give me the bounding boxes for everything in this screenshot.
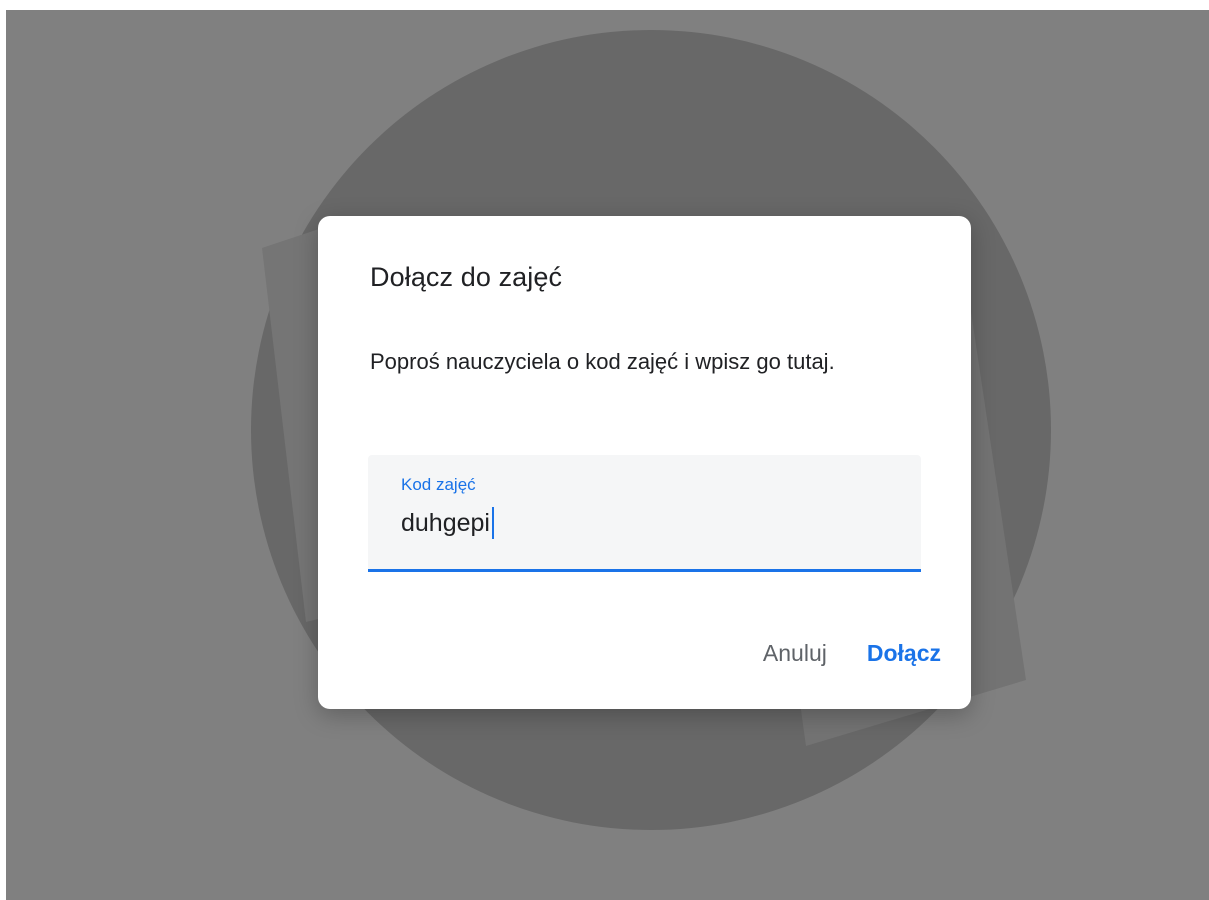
cancel-button[interactable]: Anuluj	[763, 640, 827, 667]
class-code-value: duhgepi	[401, 508, 490, 537]
page-backdrop: Dołącz do zajęć Poproś nauczyciela o kod…	[6, 10, 1209, 900]
class-code-label: Kod zajęć	[401, 475, 476, 494]
join-class-dialog: Dołącz do zajęć Poproś nauczyciela o kod…	[318, 216, 971, 709]
class-code-field[interactable]: Kod zajęć duhgepi	[368, 455, 921, 572]
dialog-description: Poproś nauczyciela o kod zajęć i wpisz g…	[370, 349, 835, 374]
join-button[interactable]: Dołącz	[867, 640, 941, 667]
class-code-input[interactable]: duhgepi	[401, 507, 494, 539]
dialog-actions: Anuluj Dołącz	[763, 640, 941, 667]
dialog-title: Dołącz do zajęć	[370, 262, 563, 292]
text-cursor	[491, 507, 494, 539]
